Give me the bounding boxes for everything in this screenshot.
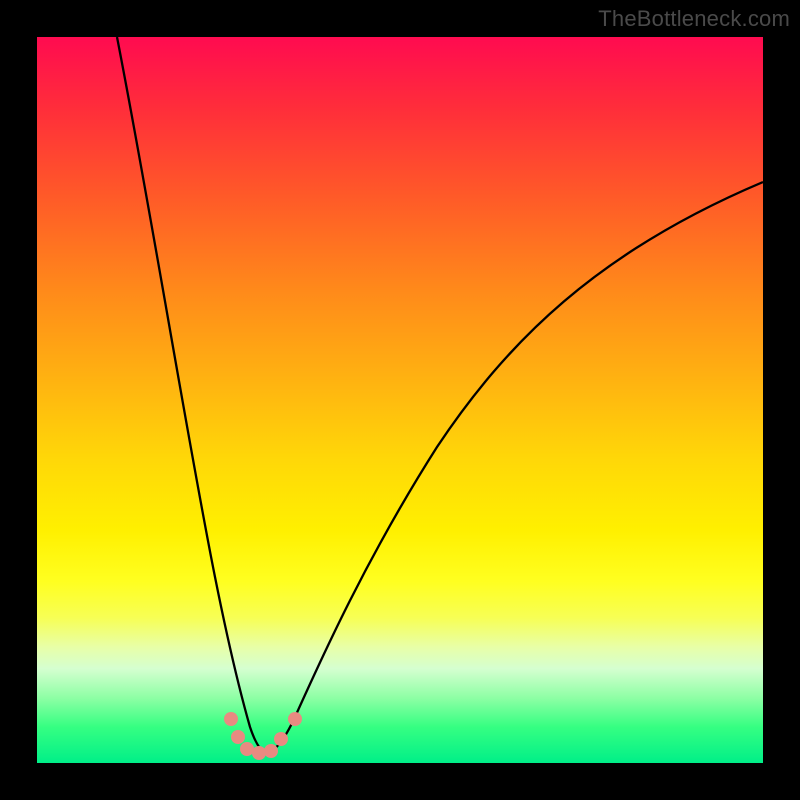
marker-dot [224,712,238,726]
marker-dot [264,744,278,758]
curve-left-branch [117,37,265,753]
marker-dot [274,732,288,746]
marker-cluster [224,712,302,760]
chart-frame: TheBottleneck.com [0,0,800,800]
marker-dot [252,746,266,760]
marker-dot [288,712,302,726]
watermark-text: TheBottleneck.com [598,6,790,32]
chart-plot-area [37,37,763,763]
curve-right-branch [265,182,763,753]
marker-dot [240,742,254,756]
marker-dot [231,730,245,744]
bottleneck-curve [37,37,763,763]
